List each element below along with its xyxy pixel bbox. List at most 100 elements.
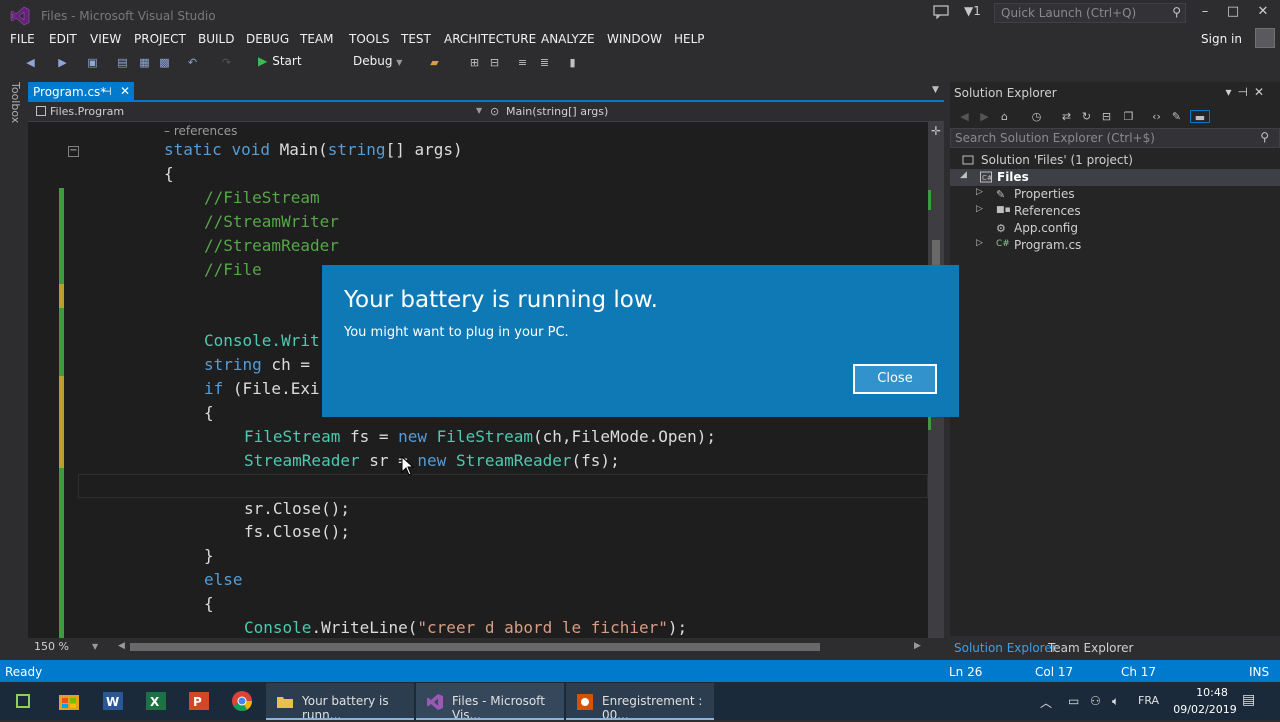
uncomment-icon[interactable]: ≣ bbox=[538, 56, 551, 69]
forward-icon[interactable]: ▶ bbox=[56, 56, 69, 69]
scroll-right-icon[interactable]: ▶ bbox=[914, 641, 921, 651]
collapse-all-icon[interactable]: ⊟ bbox=[1100, 110, 1113, 123]
back-icon[interactable]: ◀ bbox=[958, 110, 971, 123]
toolbar-tool-2-icon[interactable]: ⊟ bbox=[488, 56, 501, 69]
toolbar-tool-1-icon[interactable]: ⊞ bbox=[468, 56, 481, 69]
expanded-arrow-icon[interactable]: ◢ bbox=[960, 170, 967, 180]
tree-item-references[interactable]: ▷ ■▪ References bbox=[950, 203, 1280, 220]
visual-studio-logo-icon bbox=[10, 6, 30, 26]
properties-wrench-icon[interactable]: ✎ bbox=[1170, 110, 1183, 123]
menu-edit[interactable]: EDIT bbox=[49, 32, 77, 46]
action-center-icon[interactable]: ▤ bbox=[1242, 692, 1255, 708]
horizontal-scroll-thumb[interactable] bbox=[130, 643, 820, 651]
save-icon[interactable]: ▦ bbox=[138, 56, 151, 69]
menu-team[interactable]: TEAM bbox=[300, 32, 333, 46]
history-icon[interactable]: ◷ bbox=[1030, 110, 1043, 123]
close-window-button[interactable]: ✕ bbox=[1253, 4, 1273, 22]
sync-icon[interactable]: ⇄ bbox=[1060, 110, 1073, 123]
find-icon[interactable]: ▰ bbox=[428, 56, 441, 69]
tree-item-program-cs[interactable]: ▷ C# Program.cs bbox=[950, 237, 1280, 254]
menu-window[interactable]: WINDOW bbox=[607, 32, 662, 46]
tabs-dropdown-icon[interactable]: ▼ bbox=[932, 85, 939, 95]
menu-architecture[interactable]: ARCHITECTURE bbox=[444, 32, 536, 46]
back-icon[interactable]: ◀ bbox=[24, 56, 37, 69]
play-icon: ▶ bbox=[258, 54, 268, 68]
task-visual-studio[interactable]: Files - Microsoft Vis... bbox=[416, 683, 564, 722]
undo-icon[interactable]: ↶ bbox=[186, 56, 199, 69]
nav-member-dropdown[interactable]: Main(string[] args) bbox=[506, 105, 608, 118]
menu-file[interactable]: FILE bbox=[10, 32, 35, 46]
menu-test[interactable]: TEST bbox=[401, 32, 431, 46]
menu-project[interactable]: PROJECT bbox=[134, 32, 186, 46]
bookmark-icon[interactable]: ▮ bbox=[566, 56, 579, 69]
pin-icon[interactable]: ⊣ bbox=[102, 85, 112, 98]
tree-item-properties[interactable]: ▷ ✎ Properties bbox=[950, 186, 1280, 203]
forward-icon[interactable]: ▶ bbox=[978, 110, 991, 123]
clock-time[interactable]: 10:48 bbox=[1186, 686, 1238, 699]
menu-tools[interactable]: TOOLS bbox=[349, 32, 390, 46]
sign-in-link[interactable]: Sign in bbox=[1201, 32, 1242, 46]
battery-icon[interactable]: ▭ bbox=[1068, 694, 1079, 708]
tree-item-project[interactable]: ◢ C# Files bbox=[950, 169, 1280, 186]
chevron-down-icon[interactable]: ▼ bbox=[92, 642, 98, 651]
task-battery-notification[interactable]: Your battery is runn... bbox=[266, 683, 414, 722]
notification-icon[interactable] bbox=[933, 5, 949, 19]
word-icon[interactable]: W bbox=[100, 688, 126, 714]
collapsed-arrow-icon[interactable]: ▷ bbox=[976, 204, 983, 214]
refresh-icon[interactable]: ↻ bbox=[1080, 110, 1093, 123]
solution-explorer-search[interactable]: Search Solution Explorer (Ctrl+$) ⚲ bbox=[950, 128, 1280, 148]
new-project-icon[interactable]: ▣ bbox=[86, 56, 99, 69]
network-icon[interactable]: ⚇ bbox=[1090, 694, 1101, 708]
chrome-icon[interactable] bbox=[229, 688, 255, 714]
tree-item-solution[interactable]: Solution 'Files' (1 project) bbox=[950, 152, 1280, 169]
split-window-icon[interactable]: ✛ bbox=[928, 124, 944, 138]
toolbox-tab[interactable]: Toolbox bbox=[9, 82, 22, 123]
save-all-icon[interactable]: ▩ bbox=[158, 56, 171, 69]
collapse-toggle[interactable]: − bbox=[68, 146, 79, 157]
status-char: Ch 17 bbox=[1121, 665, 1157, 679]
show-hidden-icons-icon[interactable]: ︿ bbox=[1040, 694, 1052, 711]
powerpoint-icon[interactable]: P bbox=[186, 688, 212, 714]
zoom-level[interactable]: 150 % bbox=[34, 640, 69, 653]
codelens-references[interactable]: – references bbox=[164, 124, 237, 138]
preview-selected-icon[interactable]: ▬ bbox=[1190, 110, 1210, 124]
language-indicator[interactable]: FRA bbox=[1138, 694, 1159, 707]
collapsed-arrow-icon[interactable]: ▷ bbox=[976, 187, 983, 197]
tree-item-app-config[interactable]: ⚙ App.config bbox=[950, 220, 1280, 237]
start-debug-button[interactable]: ▶ Start bbox=[258, 54, 302, 68]
task-recording[interactable]: Enregistrement : 00... bbox=[566, 683, 714, 722]
show-all-files-icon[interactable]: ❐ bbox=[1122, 110, 1135, 123]
maximize-button[interactable]: □ bbox=[1223, 4, 1243, 22]
open-file-icon[interactable]: ▤ bbox=[116, 56, 129, 69]
scroll-left-icon[interactable]: ◀ bbox=[118, 641, 125, 651]
dialog-title: Your battery is running low. bbox=[344, 287, 658, 313]
quick-launch-input[interactable]: Quick Launch (Ctrl+Q) ⚲ bbox=[994, 3, 1186, 23]
view-code-icon[interactable]: ‹› bbox=[1150, 110, 1163, 123]
feedback-flag-icon[interactable]: ▼1 bbox=[964, 4, 981, 18]
account-icon[interactable] bbox=[1255, 28, 1275, 48]
clock-date[interactable]: 09/02/2019 bbox=[1172, 703, 1238, 716]
csharp-file-icon: C# bbox=[996, 239, 1010, 249]
menu-help[interactable]: HELP bbox=[674, 32, 705, 46]
panel-title-buttons[interactable]: ▾⊣✕ bbox=[1225, 85, 1270, 99]
store-icon[interactable] bbox=[56, 688, 82, 714]
collapsed-arrow-icon[interactable]: ▷ bbox=[976, 238, 983, 248]
menu-view[interactable]: VIEW bbox=[90, 32, 121, 46]
tab-solution-explorer[interactable]: Solution Explorer bbox=[954, 641, 1057, 655]
minimize-button[interactable]: – bbox=[1195, 4, 1215, 22]
menu-debug[interactable]: DEBUG bbox=[246, 32, 289, 46]
menu-build[interactable]: BUILD bbox=[198, 32, 234, 46]
menu-analyze[interactable]: ANALYZE bbox=[541, 32, 595, 46]
comment-icon[interactable]: ≡ bbox=[516, 56, 529, 69]
nav-class-dropdown[interactable]: Files.Program bbox=[50, 105, 124, 118]
excel-icon[interactable]: X bbox=[143, 688, 169, 714]
volume-icon[interactable]: 🔈︎ bbox=[1112, 694, 1119, 709]
solution-config-select[interactable]: Debug ▼ bbox=[348, 53, 412, 71]
redo-icon[interactable]: ↷ bbox=[220, 56, 233, 69]
tab-program-cs[interactable]: Program.cs* ⊣ ✕ bbox=[28, 82, 134, 102]
home-icon[interactable]: ⌂ bbox=[998, 110, 1011, 123]
close-button[interactable]: Close bbox=[853, 364, 937, 394]
task-view-icon[interactable] bbox=[10, 688, 36, 714]
close-tab-icon[interactable]: ✕ bbox=[120, 84, 130, 98]
tab-team-explorer[interactable]: Team Explorer bbox=[1048, 641, 1134, 655]
